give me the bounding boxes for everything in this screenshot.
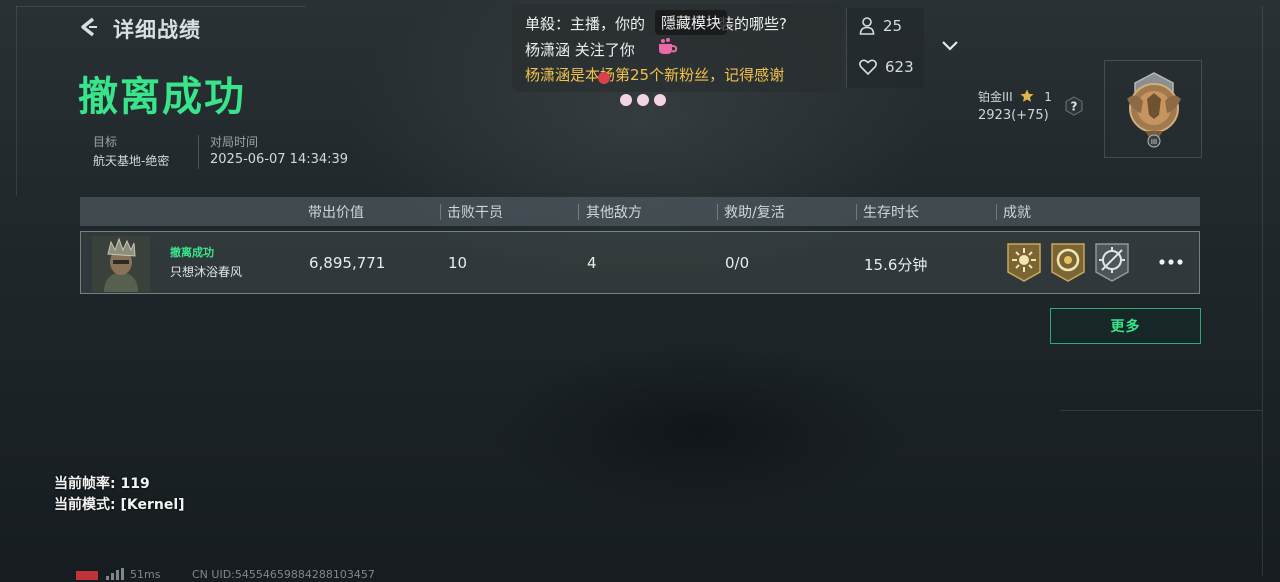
stream-stats-panel: 25 623	[846, 8, 924, 88]
person-icon	[859, 17, 875, 35]
result-title: 撤离成功	[78, 74, 246, 120]
fps-readout: 当前帧率: 119	[54, 476, 150, 492]
page-title: 详细战绩	[113, 18, 201, 42]
operator-portrait-icon	[92, 236, 150, 292]
achievement-crosshair-icon[interactable]	[1094, 242, 1130, 282]
column-header: 成就	[1003, 205, 1031, 221]
svg-text:?: ?	[1071, 100, 1078, 114]
player-avatar	[92, 236, 150, 292]
achievement-sun-icon[interactable]	[1006, 242, 1042, 282]
achievement-coin-icon[interactable]	[1050, 242, 1086, 282]
chat-line-2: 杨潇涵 关注了你	[525, 41, 635, 59]
other-enemy-kills: 4	[587, 254, 597, 272]
mode-readout: 当前模式: [Kernel]	[54, 497, 185, 513]
ping-readout: 51ms	[130, 568, 161, 581]
column-header: 生存时长	[863, 205, 919, 221]
more-options-icon[interactable]	[1158, 252, 1184, 272]
uid-text: CN UID:5455465988428810345​7	[192, 568, 375, 581]
carousel-dot[interactable]	[654, 94, 666, 106]
recording-indicator	[76, 571, 98, 580]
red-badge-icon	[598, 72, 610, 84]
target-value: 航天基地-绝密	[93, 154, 170, 168]
viewer-count: 25	[859, 17, 902, 35]
column-header: 击败干员	[447, 205, 503, 221]
chat-popup: 隱藏模块	[655, 10, 728, 35]
rank-emblem-icon: III	[1127, 72, 1181, 148]
stats-table-header: 带出价值 击败干员 其他敌方 救助/复活 生存时长 成就	[80, 197, 1200, 226]
rank-badge[interactable]: III	[1104, 60, 1202, 158]
survival-time: 15.6分钟	[864, 256, 928, 274]
target-label: 目标	[93, 135, 118, 149]
chat-line-3: 杨潇涵是本场第25个新粉丝，记得感谢	[525, 66, 785, 84]
heart-icon	[859, 59, 877, 75]
signal-icon	[106, 568, 124, 580]
gift-cup-icon	[659, 38, 678, 54]
chevron-down-icon[interactable]	[940, 36, 960, 56]
column-divider	[440, 204, 441, 220]
column-header: 其他敌方	[586, 205, 642, 221]
table-row[interactable]: 撤离成功 只想沐浴春风 6,895,771 10 4 0/0 15.6分钟	[80, 231, 1200, 294]
column-divider	[717, 204, 718, 220]
carousel-dots	[620, 91, 671, 110]
column-header: 带出价值	[308, 205, 364, 221]
rank-score: 2923(+75)	[978, 108, 1049, 123]
operator-kills: 10	[448, 254, 468, 272]
time-label: 对局时间	[210, 135, 259, 149]
meta-divider	[198, 135, 199, 169]
column-divider	[856, 204, 857, 220]
back-arrow-icon[interactable]	[78, 16, 100, 38]
carousel-dot[interactable]	[637, 94, 649, 106]
help-icon[interactable]: ?	[1064, 96, 1084, 116]
carousel-dot[interactable]	[620, 94, 632, 106]
rank-info: 铂金III 1	[978, 89, 1052, 104]
star-icon	[1020, 89, 1034, 102]
more-button[interactable]: 更多	[1050, 308, 1201, 344]
like-count: 623	[859, 58, 914, 76]
svg-text:III: III	[1151, 138, 1157, 146]
time-value: 2025-06-07 14:34:39	[210, 152, 349, 167]
column-header: 救助/复活	[724, 205, 785, 221]
player-name: 只想沐浴春风	[170, 265, 243, 279]
column-divider	[996, 204, 997, 220]
extracted-value: 6,895,771	[309, 254, 386, 272]
column-divider	[578, 204, 579, 220]
assists-revives: 0/0	[725, 254, 750, 272]
row-status: 撤离成功	[170, 246, 214, 259]
